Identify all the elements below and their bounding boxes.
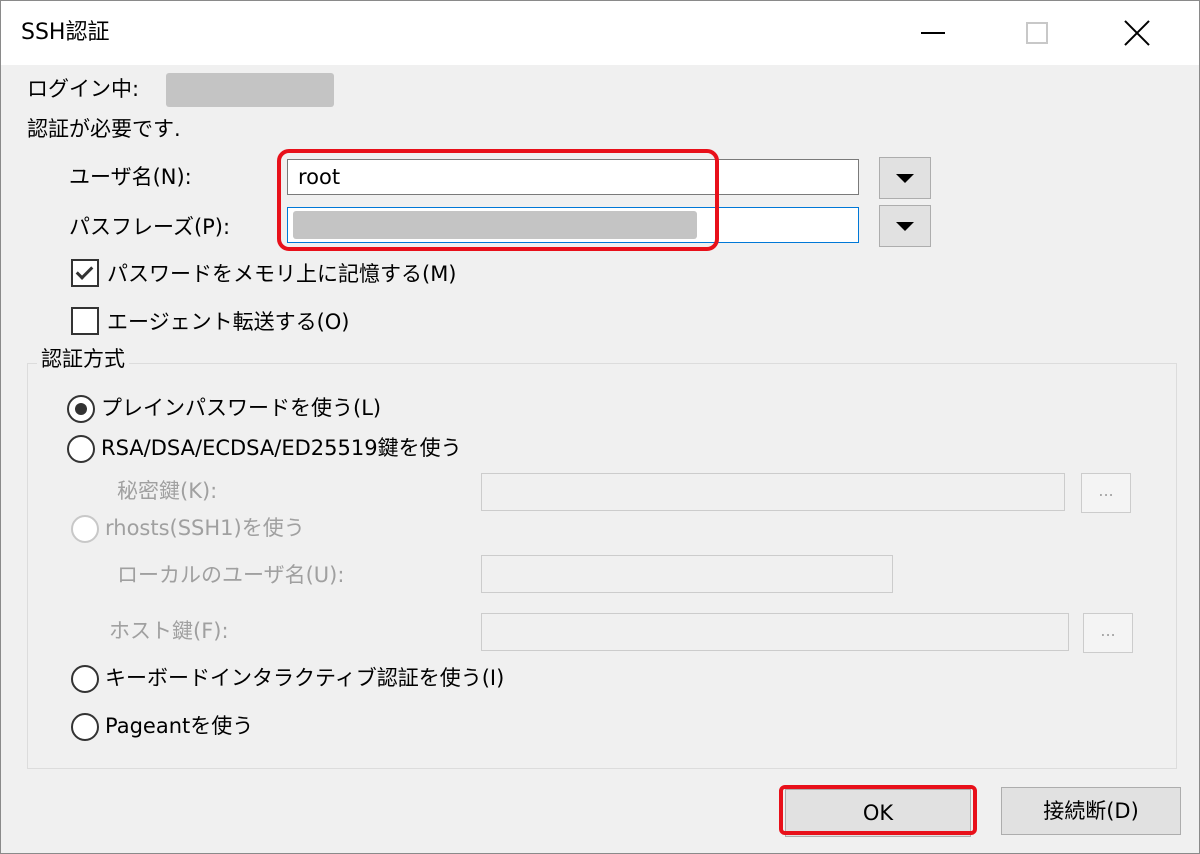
private-key-browse-button[interactable]: ... (1081, 473, 1131, 513)
radio-rhosts[interactable] (71, 515, 99, 543)
keyboard-interactive-label: キーボードインタラクティブ認証を使う(I) (105, 666, 505, 690)
agent-forward-checkbox[interactable] (71, 307, 99, 335)
title-bar: SSH認証 (1, 1, 1199, 65)
close-icon (1123, 19, 1151, 47)
auth-method-legend: 認証方式 (37, 345, 129, 373)
rsa-key-label: RSA/DSA/ECDSA/ED25519鍵を使う (101, 436, 462, 460)
passphrase-dropdown-button[interactable] (879, 205, 931, 247)
maximize-button (989, 1, 1085, 65)
private-key-label: 秘密鍵(K): (117, 479, 218, 503)
redacted-passphrase (293, 211, 697, 239)
radio-pageant[interactable] (71, 713, 99, 741)
host-key-browse-button[interactable]: ... (1083, 613, 1133, 653)
radio-rsa-key[interactable] (67, 435, 95, 463)
local-user-label: ローカルのユーザ名(U): (117, 563, 345, 587)
username-label: ユーザ名(N): (69, 165, 192, 189)
chevron-down-icon (896, 221, 914, 231)
close-button[interactable] (1089, 1, 1185, 65)
rhosts-label: rhosts(SSH1)を使う (105, 516, 305, 540)
disconnect-button[interactable]: 接続断(D) (1001, 787, 1181, 835)
plain-password-label: プレインパスワードを使う(L) (101, 396, 382, 420)
minimize-icon (921, 32, 945, 34)
ok-button[interactable]: OK (785, 789, 971, 837)
host-key-label: ホスト鍵(F): (109, 619, 229, 643)
pageant-label: Pageantを使う (105, 714, 254, 738)
agent-forward-label: エージェント転送する(O) (107, 310, 350, 334)
login-label: ログイン中: (27, 77, 140, 101)
username-input[interactable]: root (287, 159, 859, 195)
maximize-icon (1026, 22, 1048, 44)
remember-password-label: パスワードをメモリ上に記憶する(M) (107, 262, 457, 286)
private-key-input[interactable] (481, 473, 1065, 511)
passphrase-label: パスフレーズ(P): (69, 215, 231, 239)
chevron-down-icon (896, 173, 914, 183)
radio-selected-icon (75, 403, 87, 415)
remember-password-checkbox[interactable] (71, 259, 99, 287)
host-key-input[interactable] (481, 613, 1069, 651)
local-user-input[interactable] (481, 555, 893, 593)
ssh-auth-dialog: SSH認証 ログイン中: 認証が必要です. ユーザ名(N): root パスフレ… (0, 0, 1200, 854)
window-title: SSH認証 (21, 20, 110, 45)
checkmark-icon (75, 262, 94, 280)
auth-required-text: 認証が必要です. (27, 117, 181, 141)
radio-plain-password[interactable] (67, 395, 95, 423)
username-dropdown-button[interactable] (879, 157, 931, 199)
radio-keyboard-interactive[interactable] (71, 665, 99, 693)
redacted-hostname (166, 73, 334, 107)
minimize-button[interactable] (885, 1, 981, 65)
